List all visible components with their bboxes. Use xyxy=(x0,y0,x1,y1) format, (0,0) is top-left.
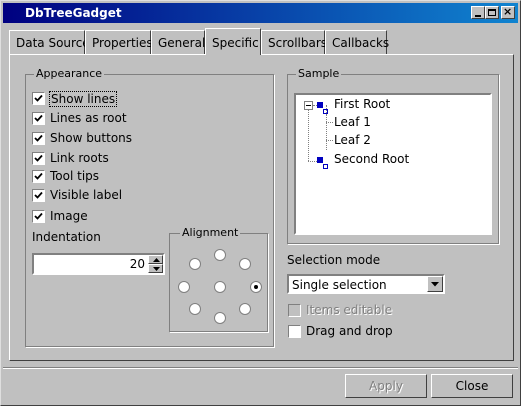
selection-mode-select[interactable]: Single selection xyxy=(287,274,445,294)
visible-label-label[interactable]: Visible label xyxy=(50,188,122,202)
appearance-legend: Appearance xyxy=(34,67,105,80)
checkmark-icon xyxy=(34,172,43,180)
align-bottom-right-radio[interactable] xyxy=(239,303,251,315)
tab-label: Data Source xyxy=(16,36,90,50)
tree-node-second-root[interactable]: Second Root xyxy=(334,152,409,166)
tree-line xyxy=(326,114,327,150)
close-label: Close xyxy=(455,379,489,393)
drag-and-drop-label[interactable]: Drag and drop xyxy=(306,324,393,338)
tree-node-leaf-2[interactable]: Leaf 2 xyxy=(334,133,371,147)
align-center-radio[interactable] xyxy=(214,281,226,293)
checkmark-icon xyxy=(34,94,43,102)
sample-group: Sample First Root Leaf 1 Leaf 2 Second R… xyxy=(287,67,499,244)
checkmark-icon xyxy=(34,212,43,220)
checkmark-icon xyxy=(34,134,43,142)
node-icon xyxy=(317,102,323,108)
tree-line xyxy=(326,140,333,141)
tab-label: Callbacks xyxy=(332,36,390,50)
indentation-value: 20 xyxy=(129,257,145,271)
visible-label-checkbox[interactable] xyxy=(32,189,45,202)
arrow-down-icon xyxy=(153,267,160,271)
minimize-icon xyxy=(475,15,481,17)
tool-tips-checkbox[interactable] xyxy=(32,170,45,183)
show-buttons-label[interactable]: Show buttons xyxy=(50,131,132,145)
sample-tree-view[interactable]: First Root Leaf 1 Leaf 2 Second Root xyxy=(294,93,492,235)
selection-mode-label: Selection mode xyxy=(287,253,381,267)
dropdown-button[interactable] xyxy=(427,276,443,292)
node-icon xyxy=(323,164,328,169)
tab-specific[interactable]: Specific xyxy=(205,28,261,55)
node-icon xyxy=(317,157,323,163)
close-window-button[interactable]: × xyxy=(501,5,515,19)
appearance-group: Appearance Show lines Lines as root Show… xyxy=(25,67,274,347)
apply-label: Apply xyxy=(369,379,403,393)
tab-data-source[interactable]: Data Source xyxy=(9,30,90,54)
checkmark-icon xyxy=(34,191,43,199)
tab-properties[interactable]: Properties xyxy=(85,30,153,54)
checkmark-icon xyxy=(34,154,43,162)
footer-separator xyxy=(3,367,518,369)
window-title: DbTreeGadget xyxy=(25,6,122,20)
tab-label: Properties xyxy=(92,36,153,50)
radio-selected-dot xyxy=(254,285,258,289)
close-icon: × xyxy=(503,5,513,18)
tab-scrollbars[interactable]: Scrollbars xyxy=(261,30,328,54)
align-top-left-radio[interactable] xyxy=(189,258,201,270)
alignment-legend: Alignment xyxy=(180,226,241,239)
tree-line xyxy=(326,122,333,123)
maximize-button[interactable] xyxy=(485,6,499,19)
indentation-spinbox[interactable]: 20 xyxy=(32,253,165,275)
link-roots-checkbox[interactable] xyxy=(32,152,45,165)
align-left-radio[interactable] xyxy=(178,281,190,293)
alignment-group: Alignment xyxy=(169,226,268,332)
selection-mode-value: Single selection xyxy=(292,278,387,292)
title-bar[interactable]: DbTreeGadget × xyxy=(3,3,518,23)
minimize-button[interactable] xyxy=(471,6,485,19)
collapse-icon[interactable] xyxy=(304,101,313,110)
close-button[interactable]: Close xyxy=(431,374,513,398)
tree-node-first-root[interactable]: First Root xyxy=(334,97,390,111)
tab-label: Specific xyxy=(212,36,259,50)
show-lines-label[interactable]: Show lines xyxy=(49,91,118,107)
show-lines-checkbox[interactable] xyxy=(32,92,45,105)
sample-legend: Sample xyxy=(296,67,342,80)
tree-line xyxy=(308,161,317,162)
items-editable-checkbox[interactable] xyxy=(288,304,301,317)
link-roots-label[interactable]: Link roots xyxy=(50,151,109,165)
tree-node-leaf-1[interactable]: Leaf 1 xyxy=(334,115,371,129)
items-editable-label[interactable]: Items editable xyxy=(306,303,392,317)
apply-button[interactable]: Apply xyxy=(345,374,427,398)
align-right-radio[interactable] xyxy=(250,281,262,293)
image-label[interactable]: Image xyxy=(50,209,88,223)
tool-tips-label[interactable]: Tool tips xyxy=(50,169,99,183)
maximize-icon xyxy=(488,9,496,16)
checkmark-icon xyxy=(34,114,43,122)
tab-panel-specific: Appearance Show lines Lines as root Show… xyxy=(9,54,514,361)
tab-label: General xyxy=(158,36,206,50)
align-bottom-left-radio[interactable] xyxy=(189,303,201,315)
align-top-right-radio[interactable] xyxy=(239,258,251,270)
dialog-window: DbTreeGadget × Data Source Properties Ge… xyxy=(0,0,521,406)
tab-label: Scrollbars xyxy=(268,36,328,50)
tree-line xyxy=(308,110,309,161)
indentation-label: Indentation xyxy=(32,230,101,244)
arrow-up-icon xyxy=(153,258,160,262)
align-top-radio[interactable] xyxy=(214,249,226,261)
chevron-down-icon xyxy=(431,282,439,287)
tab-callbacks[interactable]: Callbacks xyxy=(325,30,390,54)
show-buttons-checkbox[interactable] xyxy=(32,132,45,145)
align-bottom-radio[interactable] xyxy=(214,312,226,324)
lines-as-root-label[interactable]: Lines as root xyxy=(50,111,127,125)
drag-and-drop-checkbox[interactable] xyxy=(288,325,301,338)
tab-general[interactable]: General xyxy=(151,30,205,54)
image-checkbox[interactable] xyxy=(32,210,45,223)
spin-up-button[interactable] xyxy=(148,255,163,264)
spin-down-button[interactable] xyxy=(148,264,163,273)
lines-as-root-checkbox[interactable] xyxy=(32,112,45,125)
